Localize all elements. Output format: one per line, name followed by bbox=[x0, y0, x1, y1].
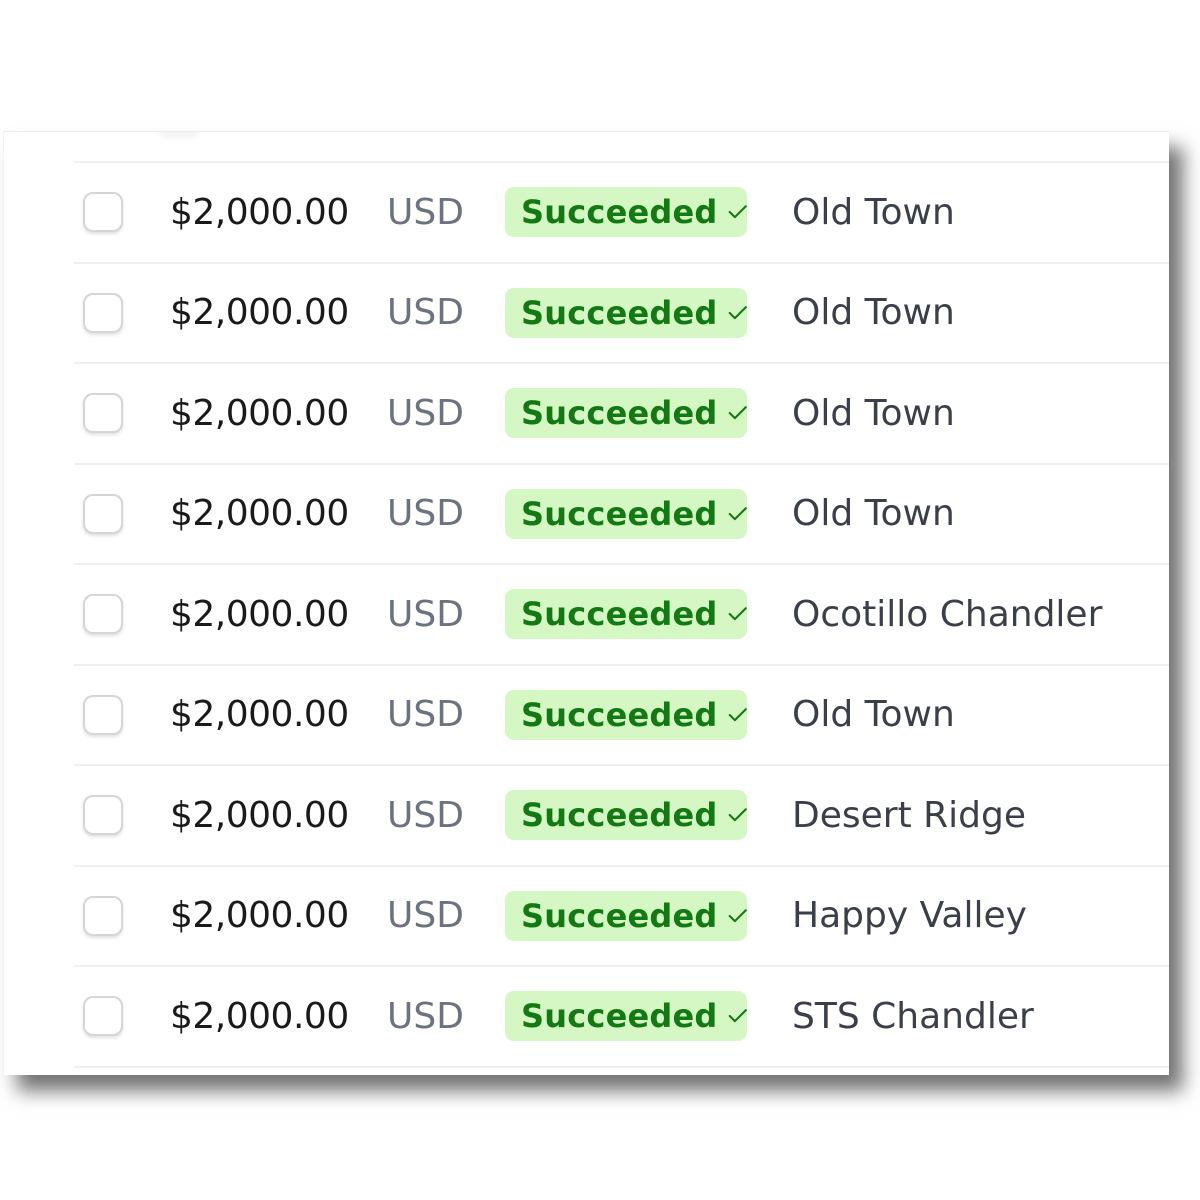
status-label: Succeeded bbox=[521, 595, 718, 634]
location-cell: Old Town bbox=[792, 191, 955, 233]
status-label: Succeeded bbox=[521, 997, 718, 1036]
row-select-checkbox[interactable] bbox=[83, 393, 123, 434]
amount-cell: $2,000.00 bbox=[170, 895, 349, 937]
table-row[interactable]: $2,000.00 USD Succeeded Old Town bbox=[74, 364, 1169, 465]
check-icon bbox=[728, 406, 747, 420]
row-select-checkbox[interactable] bbox=[83, 996, 123, 1037]
row-select-checkbox[interactable] bbox=[83, 895, 123, 936]
currency-cell: USD bbox=[387, 895, 464, 937]
amount-cell: $2,000.00 bbox=[170, 493, 349, 535]
status-badge: Succeeded bbox=[505, 388, 747, 439]
location-cell: Old Town bbox=[792, 292, 955, 334]
row-select-checkbox[interactable] bbox=[83, 192, 123, 233]
amount-cell: $2,000.00 bbox=[170, 292, 349, 334]
row-select-checkbox[interactable] bbox=[83, 493, 123, 534]
check-icon bbox=[728, 607, 747, 621]
row-select-checkbox[interactable] bbox=[83, 795, 123, 836]
check-icon bbox=[728, 305, 747, 319]
currency-cell: USD bbox=[387, 392, 464, 434]
table-row-partial bbox=[74, 132, 1169, 163]
table-row[interactable]: $2,000.00 USD Succeeded Old Town bbox=[74, 264, 1169, 364]
check-icon bbox=[728, 908, 747, 922]
location-cell: Old Town bbox=[792, 694, 955, 736]
check-icon bbox=[728, 1009, 747, 1023]
table-row[interactable]: $2,000.00 USD Succeeded Desert Ridge bbox=[74, 766, 1169, 867]
currency-cell: USD bbox=[387, 493, 464, 535]
amount-cell: $2,000.00 bbox=[170, 191, 349, 233]
location-cell: Ocotillo Chandler bbox=[792, 593, 1103, 635]
payments-table-card: $2,000.00 USD Succeeded Old Town $2,000.… bbox=[3, 131, 1169, 1075]
status-label: Succeeded bbox=[521, 796, 718, 835]
amount-cell: $2,000.00 bbox=[170, 694, 349, 736]
status-badge: Succeeded bbox=[505, 589, 747, 640]
amount-cell: $2,000.00 bbox=[170, 392, 349, 434]
status-label: Succeeded bbox=[521, 695, 718, 734]
amount-cell: $2,000.00 bbox=[170, 794, 349, 836]
check-icon bbox=[728, 707, 747, 721]
check-icon bbox=[728, 808, 747, 822]
row-select-checkbox[interactable] bbox=[83, 594, 123, 635]
status-badge: Succeeded bbox=[505, 991, 747, 1042]
location-cell: Happy Valley bbox=[792, 895, 1027, 937]
status-badge: Succeeded bbox=[505, 890, 747, 941]
status-badge: Succeeded bbox=[505, 187, 747, 238]
currency-cell: USD bbox=[387, 593, 464, 635]
currency-cell: USD bbox=[387, 694, 464, 736]
row-select-checkbox[interactable] bbox=[83, 694, 123, 735]
location-cell: Old Town bbox=[792, 493, 955, 535]
table-row[interactable]: $2,000.00 USD Succeeded Old Town bbox=[74, 465, 1169, 565]
payments-table-body: $2,000.00 USD Succeeded Old Town $2,000.… bbox=[74, 163, 1169, 1068]
row-select-checkbox[interactable] bbox=[83, 292, 123, 333]
status-badge: Succeeded bbox=[505, 488, 747, 539]
check-icon bbox=[728, 205, 747, 219]
status-badge: Succeeded bbox=[505, 790, 747, 841]
table-row[interactable]: $2,000.00 USD Succeeded Old Town bbox=[74, 163, 1169, 264]
amount-cell: $2,000.00 bbox=[170, 593, 349, 635]
currency-cell: USD bbox=[387, 794, 464, 836]
location-cell: Desert Ridge bbox=[792, 794, 1026, 836]
table-row[interactable]: $2,000.00 USD Succeeded STS Chandler bbox=[74, 967, 1169, 1068]
table-row[interactable]: $2,000.00 USD Succeeded Old Town bbox=[74, 666, 1169, 766]
partial-checkbox bbox=[159, 132, 199, 138]
currency-cell: USD bbox=[387, 292, 464, 334]
status-label: Succeeded bbox=[521, 394, 718, 433]
status-label: Succeeded bbox=[521, 293, 718, 332]
currency-cell: USD bbox=[387, 995, 464, 1037]
status-badge: Succeeded bbox=[505, 287, 747, 338]
status-label: Succeeded bbox=[521, 193, 718, 232]
location-cell: Old Town bbox=[792, 392, 955, 434]
location-cell: STS Chandler bbox=[792, 995, 1034, 1037]
currency-cell: USD bbox=[387, 191, 464, 233]
table-row[interactable]: $2,000.00 USD Succeeded Ocotillo Chandle… bbox=[74, 565, 1169, 666]
status-badge: Succeeded bbox=[505, 689, 747, 740]
amount-cell: $2,000.00 bbox=[170, 995, 349, 1037]
table-row[interactable]: $2,000.00 USD Succeeded Happy Valley bbox=[74, 867, 1169, 967]
status-label: Succeeded bbox=[521, 896, 718, 935]
status-label: Succeeded bbox=[521, 494, 718, 533]
check-icon bbox=[728, 506, 747, 520]
